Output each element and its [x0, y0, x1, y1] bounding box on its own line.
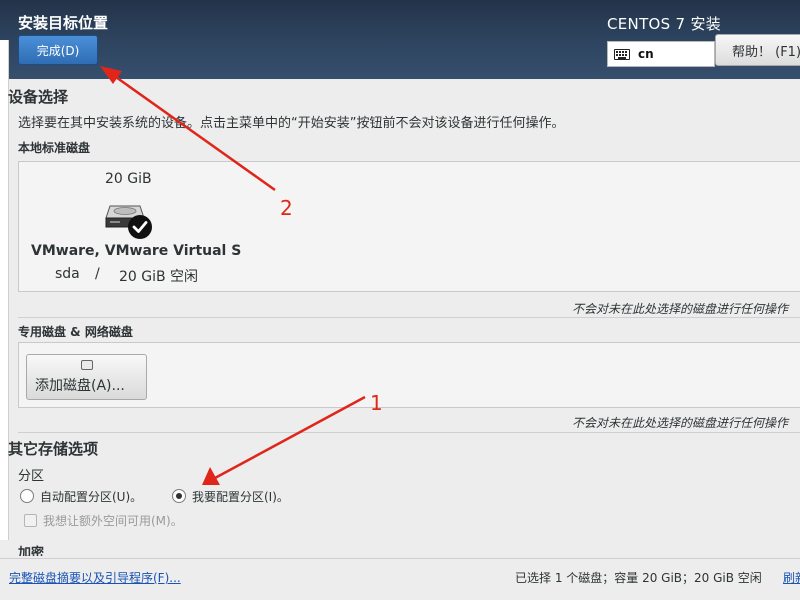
other-storage-title: 其它存储选项	[8, 440, 99, 458]
disk-icon	[81, 360, 93, 370]
device-selection-title: 设备选择	[8, 88, 69, 106]
divider	[18, 432, 800, 433]
add-disk-label: 添加磁盘(A)...	[35, 378, 125, 394]
local-disks-heading: 本地标准磁盘	[18, 141, 91, 155]
left-scroll-strip	[0, 40, 9, 540]
done-button[interactable]: 完成(D)	[18, 35, 98, 65]
auto-partition-radio[interactable]: 自动配置分区(U)。	[20, 487, 142, 505]
selection-status: 已选择 1 个磁盘；容量 20 GiB；20 GiB 空闲	[515, 571, 762, 585]
special-disks-heading: 专用磁盘 & 网络磁盘	[18, 325, 133, 339]
header-bar: 安装目标位置 完成(D) CENTOS 7 安装 cn 帮助！ (F1)	[0, 0, 800, 79]
extra-space-label: 我想让额外空间可用(M)。	[43, 514, 183, 528]
annotation-label-1: 1	[370, 391, 383, 415]
local-disks-note: 不会对未在此处选择的磁盘进行任何操作	[572, 302, 789, 316]
annotation-arrow-1	[202, 395, 366, 485]
partition-heading: 分区	[18, 469, 45, 484]
keyboard-layout-label: cn	[638, 47, 654, 61]
checkbox[interactable]	[24, 514, 37, 527]
disk-name: VMware, VMware Virtual S	[31, 243, 242, 259]
hard-disk-selected-icon	[105, 205, 152, 239]
disk-size: 20 GiB	[105, 171, 152, 187]
keyboard-icon	[614, 48, 630, 60]
device-selection-description: 选择要在其中安装系统的设备。点击主菜单中的“开始安装”按钮前不会对该设备进行任何…	[18, 116, 565, 131]
annotation-label-2: 2	[280, 196, 293, 220]
disk-device: sda	[55, 266, 80, 282]
disk-free-space: 20 GiB 空闲	[119, 269, 199, 285]
radio-button[interactable]	[20, 489, 34, 503]
manual-partition-radio[interactable]: 我要配置分区(I)。	[172, 487, 289, 505]
manual-partition-label: 我要配置分区(I)。	[192, 489, 289, 504]
help-button[interactable]: 帮助！ (F1)	[715, 34, 800, 66]
disk-summary-link[interactable]: 完整磁盘摘要以及引导程序(F)...	[9, 569, 181, 586]
radio-button-selected[interactable]	[172, 489, 186, 503]
divider	[18, 317, 800, 318]
page-title: 安装目标位置	[18, 14, 109, 32]
disk-separator: /	[95, 266, 100, 282]
refresh-link[interactable]: 刷新	[783, 569, 800, 586]
special-disks-note: 不会对未在此处选择的磁盘进行任何操作	[572, 416, 789, 430]
extra-space-checkbox[interactable]: 我想让额外空间可用(M)。	[24, 512, 183, 529]
auto-partition-label: 自动配置分区(U)。	[40, 489, 143, 504]
add-disk-button[interactable]: 添加磁盘(A)...	[26, 354, 147, 400]
product-title: CENTOS 7 安装	[607, 15, 722, 33]
keyboard-layout-indicator[interactable]: cn	[607, 41, 715, 67]
encryption-heading: 加密	[18, 546, 45, 556]
